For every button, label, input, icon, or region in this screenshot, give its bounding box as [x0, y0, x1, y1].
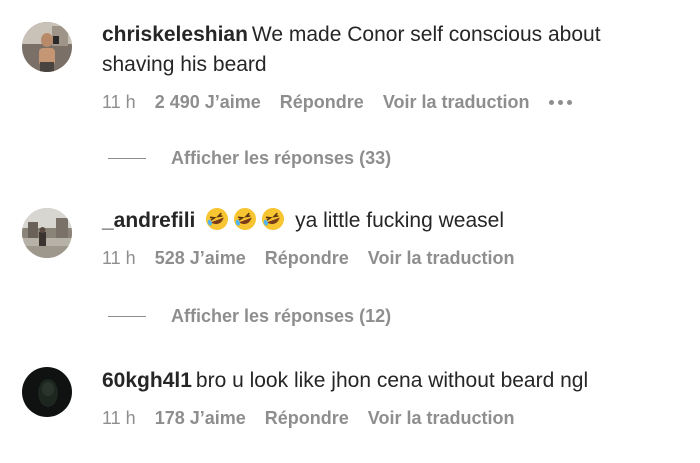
like-count[interactable]: 178 J’aime	[155, 408, 246, 429]
comment-text-block: chriskeleshian We made Conor self conscio…	[102, 20, 670, 80]
comment-text-block: 60kgh4l1 bro u look like jhon cena withou…	[102, 366, 670, 396]
comment-text-block: _andrefili ya little fucking weasel	[102, 206, 670, 236]
divider-line	[108, 316, 146, 317]
view-replies-label: Afficher les réponses (12)	[171, 306, 392, 326]
view-replies-button[interactable]: Afficher les réponses (33)	[108, 148, 391, 169]
comment-timestamp[interactable]: 11 h	[102, 92, 136, 113]
comment-timestamp[interactable]: 11 h	[102, 248, 136, 269]
avatar[interactable]	[22, 22, 72, 72]
avatar[interactable]	[22, 367, 72, 417]
like-count[interactable]: 2 490 J’aime	[155, 92, 261, 113]
comment-username[interactable]: chriskeleshian	[102, 23, 248, 46]
comment-text: bro u look like jhon cena without beard …	[195, 369, 589, 392]
comment-username[interactable]: _andrefili	[102, 209, 195, 232]
laughing-emoji-icon	[206, 208, 229, 230]
comment-username[interactable]: 60kgh4l1	[102, 369, 192, 392]
see-translation-button[interactable]: Voir la traduction	[368, 248, 515, 269]
reply-button[interactable]: Répondre	[265, 408, 349, 429]
comment-timestamp[interactable]: 11 h	[102, 408, 136, 429]
avatar[interactable]	[22, 208, 72, 258]
laughing-emoji-icon	[234, 208, 257, 230]
view-replies-label: Afficher les réponses (33)	[171, 148, 392, 168]
like-count[interactable]: 528 J’aime	[155, 248, 246, 269]
more-options-icon[interactable]	[548, 100, 572, 105]
see-translation-button[interactable]: Voir la traduction	[383, 92, 530, 113]
reply-button[interactable]: Répondre	[280, 92, 364, 113]
laughing-emoji-icon	[262, 208, 285, 230]
reply-button[interactable]: Répondre	[265, 248, 349, 269]
see-translation-button[interactable]: Voir la traduction	[368, 408, 515, 429]
view-replies-button[interactable]: Afficher les réponses (12)	[108, 306, 391, 327]
divider-line	[108, 158, 146, 159]
comment-text: ya little fucking weasel	[295, 209, 504, 232]
